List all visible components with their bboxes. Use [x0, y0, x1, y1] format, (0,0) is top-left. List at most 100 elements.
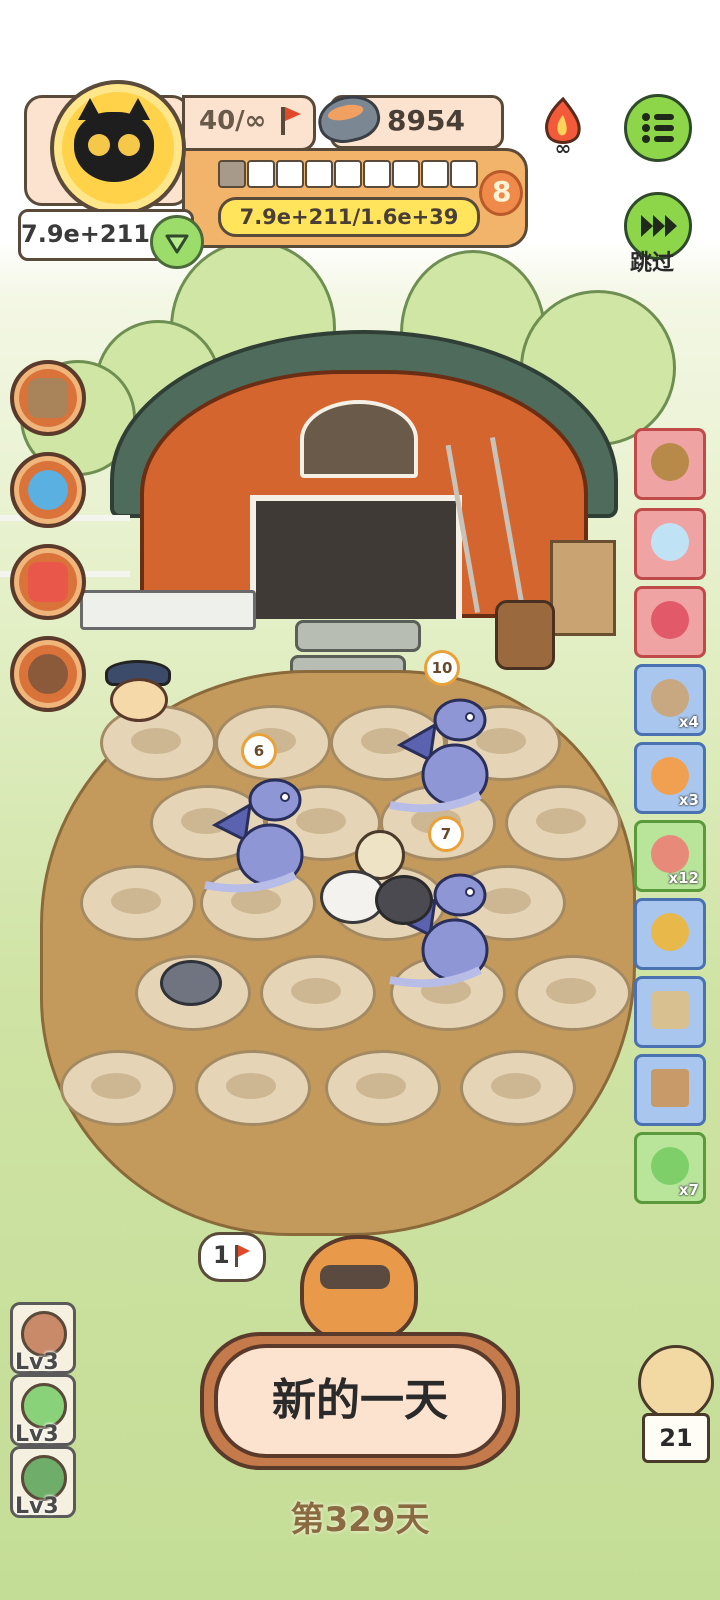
blue-dragon[interactable]	[195, 765, 315, 895]
black-mole	[375, 875, 433, 925]
flame-graphic: ∞	[545, 96, 581, 160]
farm-plot[interactable]	[80, 865, 196, 941]
gacha-button[interactable]	[10, 452, 86, 528]
heart-bag-icon	[651, 601, 689, 639]
farm-plot[interactable]	[460, 1050, 576, 1126]
barn-door	[250, 495, 462, 619]
svg-text:∞: ∞	[555, 136, 572, 157]
progress-text: 7.9e+211/1.6e+39	[239, 205, 459, 229]
item-slot[interactable]	[634, 508, 706, 580]
hamster-icon	[638, 1345, 714, 1421]
progress-segment	[450, 160, 478, 188]
flag-count: 40/∞	[199, 106, 267, 136]
item-slot[interactable]	[634, 976, 706, 1048]
hamster-count: 21	[659, 1424, 693, 1452]
seed-sack-icon	[651, 679, 689, 717]
scarf-icon	[651, 443, 689, 481]
bowl-count: 8954	[387, 104, 465, 137]
hut-icon	[651, 991, 689, 1029]
skip-label[interactable]: 跳过	[630, 245, 674, 277]
progress-segment	[218, 160, 246, 188]
radio-button[interactable]	[10, 544, 86, 620]
item-slot[interactable]: x12	[634, 820, 706, 892]
menu-icon	[642, 113, 674, 143]
plot-badge: 6	[241, 733, 277, 769]
game-scene: 10 6 7 40/∞ 8954 8 7.9e+211/1.6e+39 7.9e…	[0, 0, 720, 1600]
level-slot[interactable]: Lv3	[10, 1374, 76, 1447]
sunglasses-icon	[320, 1265, 390, 1289]
item-count: x3	[678, 791, 699, 809]
cabinet-icon	[651, 1069, 689, 1107]
item-count: x12	[668, 869, 699, 887]
animal-pile[interactable]	[320, 830, 433, 925]
item-slot[interactable]	[634, 898, 706, 970]
progress-segment	[392, 160, 420, 188]
new-day-button[interactable]: 新的一天	[200, 1332, 520, 1470]
search-tool-button[interactable]	[10, 636, 86, 712]
item-slot[interactable]	[634, 1054, 706, 1126]
level-label: Lv3	[15, 1350, 59, 1375]
apple-crates	[550, 540, 616, 636]
storage-button[interactable]	[10, 360, 86, 436]
crate-icon	[28, 378, 68, 418]
level-slot[interactable]: Lv3	[10, 1302, 76, 1375]
hamster-body	[110, 678, 168, 722]
blue-dragon[interactable]	[380, 685, 500, 815]
gacha-machine-icon	[28, 470, 68, 510]
farm-plot[interactable]	[260, 955, 376, 1031]
tent-icon	[651, 1147, 689, 1185]
fire-infinity-icon[interactable]: ∞	[538, 95, 588, 160]
red-flag-icon	[281, 107, 301, 135]
orange-cat-mascot	[280, 1225, 430, 1345]
item-count: x4	[678, 713, 699, 731]
level-label: Lv3	[15, 1422, 59, 1447]
level-slot[interactable]: Lv3	[10, 1446, 76, 1519]
progress-segments	[218, 160, 480, 188]
progress-segment	[276, 160, 304, 188]
progress-segment	[363, 160, 391, 188]
progress-bar: 7.9e+211/1.6e+39	[218, 197, 480, 237]
plot-badge: 10	[424, 650, 460, 686]
progress-segment	[421, 160, 449, 188]
day-counter: 第329天	[290, 1500, 430, 1540]
magnifier-icon	[28, 654, 68, 694]
progress-segment	[334, 160, 362, 188]
carrot-planter	[80, 590, 256, 630]
cowboy-hamster[interactable]	[100, 660, 171, 722]
barn-window	[300, 400, 418, 478]
level-badge: 8	[479, 170, 523, 216]
progress-segment	[247, 160, 275, 188]
trophy-icon	[651, 913, 689, 951]
farm-plot[interactable]	[515, 955, 631, 1031]
item-slot[interactable]: x4	[634, 664, 706, 736]
farm-plot[interactable]	[195, 1050, 311, 1126]
progress-segment	[305, 160, 333, 188]
stepping-stone	[295, 620, 421, 652]
item-slot[interactable]	[634, 428, 706, 500]
barrel	[495, 600, 555, 670]
grey-mouse[interactable]	[160, 960, 222, 1006]
item-slot[interactable]: x3	[634, 742, 706, 814]
red-flag-icon	[235, 1245, 250, 1267]
flag-counter: 40/∞	[182, 95, 316, 151]
level-label: Lv3	[15, 1494, 59, 1519]
item-slot[interactable]	[634, 586, 706, 658]
heart-badge-button[interactable]	[150, 215, 204, 269]
farm-plot[interactable]	[505, 785, 621, 861]
pumpkin-icon	[651, 757, 689, 795]
speech-bubble: 1	[198, 1232, 266, 1282]
avatar[interactable]	[50, 80, 186, 216]
radio-icon	[28, 562, 68, 602]
menu-button[interactable]	[624, 94, 692, 162]
player-level: 8	[492, 175, 512, 208]
plot-badge: 7	[428, 816, 464, 852]
item-slot[interactable]: x7	[634, 1132, 706, 1204]
worm-icon	[651, 835, 689, 873]
heart-icon	[165, 234, 189, 254]
farm-plot[interactable]	[60, 1050, 176, 1126]
new-day-label: 新的一天	[272, 1375, 448, 1426]
hamster-counter[interactable]: 21	[638, 1345, 714, 1463]
power-value: 7.9e+211	[21, 220, 150, 248]
farm-plot[interactable]	[325, 1050, 441, 1126]
cloud-icon	[651, 523, 689, 561]
